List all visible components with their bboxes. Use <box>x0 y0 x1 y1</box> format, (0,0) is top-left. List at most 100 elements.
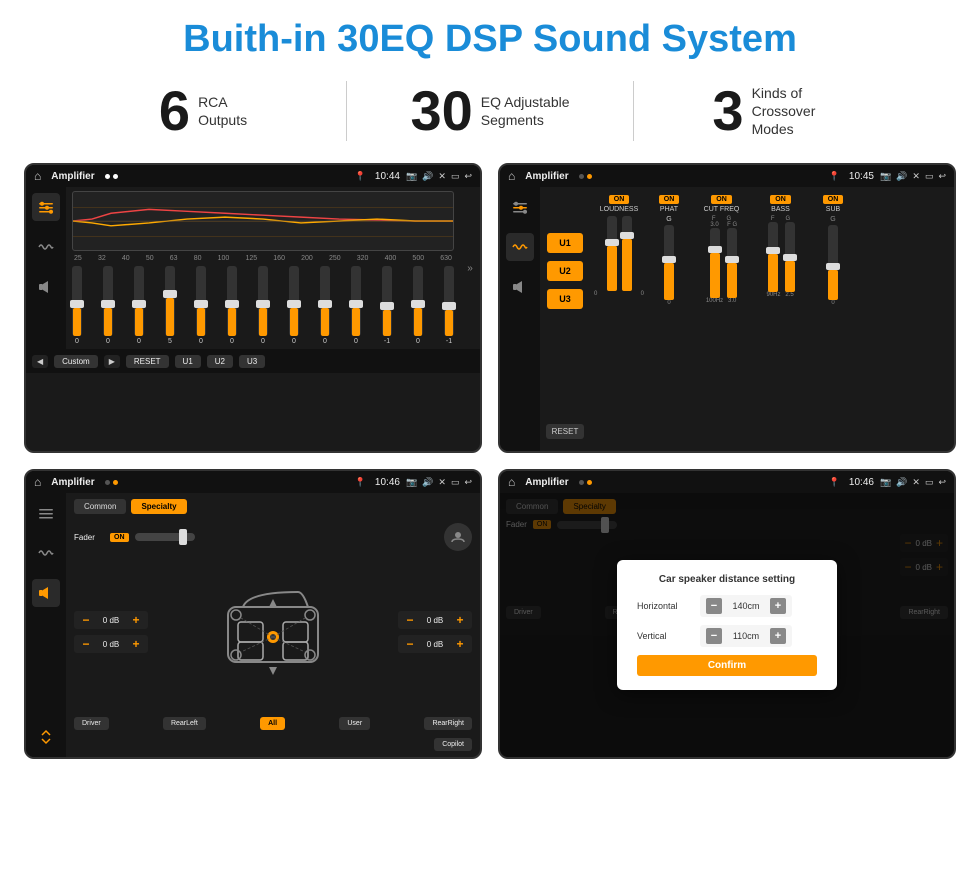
slider-11: 0 <box>413 266 423 345</box>
eq-u1-button[interactable]: U1 <box>175 355 201 368</box>
horizontal-minus-button[interactable]: − <box>706 598 722 614</box>
dialog-back-icon: ↩ <box>938 477 946 488</box>
freq-80: 80 <box>194 255 202 262</box>
ch-cutfreq: ON CUT FREQ FG 3.0 100Hz F G <box>694 195 749 306</box>
vertical-control: − 110cm + <box>700 625 792 647</box>
driver-button[interactable]: Driver <box>74 717 109 730</box>
unit-u1-button[interactable]: U1 <box>547 233 583 253</box>
loudness-on[interactable]: ON <box>609 195 630 204</box>
freq-40: 40 <box>122 255 130 262</box>
left-top-minus[interactable]: − <box>79 613 93 627</box>
all-button[interactable]: All <box>260 717 285 730</box>
bass-on[interactable]: ON <box>770 195 791 204</box>
xover-speaker-icon[interactable] <box>506 273 534 301</box>
fader-screen-card: ⌂ Amplifier 📍 10:46 📷 🔊 ✕ ▭ ↩ <box>24 469 482 759</box>
right-top-db-control: − 0 dB + <box>398 611 472 629</box>
left-bot-minus[interactable]: − <box>79 637 93 651</box>
xover-channels-area: ON LOUDNESS 00 <box>590 187 954 451</box>
fader-tabs: Common Specialty <box>74 499 472 514</box>
stat-number-crossover: 3 <box>712 83 743 139</box>
copilot-button[interactable]: Copilot <box>434 738 472 751</box>
slider-8: 0 <box>320 266 330 345</box>
eq-custom-button[interactable]: Custom <box>54 355 98 368</box>
xover-status-bar: ⌂ Amplifier 📍 10:45 📷 🔊 ✕ ▭ ↩ <box>500 165 954 187</box>
cutfreq-slider-f: 3.0 100Hz <box>706 222 723 304</box>
fader-wave-icon[interactable] <box>32 539 60 567</box>
dialog-home-icon: ⌂ <box>508 475 515 489</box>
eq-u2-button[interactable]: U2 <box>207 355 233 368</box>
eq-wave-icon[interactable] <box>32 233 60 261</box>
copilot-row: Copilot <box>74 738 472 751</box>
freq-25: 25 <box>74 255 82 262</box>
rearright-button[interactable]: RearRight <box>424 717 472 730</box>
screenshots-grid: ⌂ Amplifier 📍 10:44 📷 🔊 ✕ ▭ ↩ <box>0 155 980 775</box>
tab-common-button[interactable]: Common <box>74 499 126 514</box>
left-top-plus[interactable]: + <box>129 613 143 627</box>
sub-value: 0 <box>831 300 834 306</box>
rearleft-button[interactable]: RearLeft <box>163 717 206 730</box>
xover-reset-button[interactable]: RESET <box>546 424 585 439</box>
right-top-minus[interactable]: − <box>403 613 417 627</box>
eq-filter-icon[interactable] <box>32 193 60 221</box>
unit-u2-button[interactable]: U2 <box>547 261 583 281</box>
left-bot-db-control: − 0 dB + <box>74 635 148 653</box>
freq-100: 100 <box>218 255 230 262</box>
sub-slider <box>828 225 838 300</box>
dialog-status-icons: 📷 🔊 ✕ ▭ ↩ <box>880 477 946 488</box>
eq-prev-button[interactable]: ◀ <box>32 355 48 368</box>
slider-3: 5 <box>165 266 175 345</box>
eq-next-button[interactable]: ▶ <box>104 355 120 368</box>
xover-camera-icon: 📷 <box>880 171 891 182</box>
phat-on[interactable]: ON <box>659 195 680 204</box>
horizontal-plus-button[interactable]: + <box>770 598 786 614</box>
fader-battery-icon: ▭ <box>451 477 460 488</box>
fader-filter-icon[interactable] <box>32 499 60 527</box>
fader-content-area: Common Specialty Fader ON <box>66 493 480 757</box>
sub-on[interactable]: ON <box>823 195 844 204</box>
unit-u3-button[interactable]: U3 <box>547 289 583 309</box>
xover-side-icons <box>500 187 540 451</box>
stat-text-rca: RCAOutputs <box>198 93 247 129</box>
confirm-button[interactable]: Confirm <box>637 655 817 676</box>
fader-on-badge[interactable]: ON <box>110 533 129 542</box>
right-bot-minus[interactable]: − <box>403 637 417 651</box>
left-bot-plus[interactable]: + <box>129 637 143 651</box>
right-bot-plus[interactable]: + <box>453 637 467 651</box>
eq-reset-button[interactable]: RESET <box>126 355 169 368</box>
expand-col: » <box>460 187 480 349</box>
eq-side-icons <box>26 187 66 349</box>
right-top-plus[interactable]: + <box>453 613 467 627</box>
phat-label: PHAT <box>660 206 678 213</box>
loudness-slider-l <box>607 216 617 291</box>
freq-50: 50 <box>146 255 154 262</box>
left-top-val: 0 dB <box>97 616 125 625</box>
fader-speaker-icon[interactable] <box>32 579 60 607</box>
xover-main-area: U1 U2 U3 RESET ON LOUDNESS <box>500 187 954 451</box>
fader-status-icons: 📷 🔊 ✕ ▭ ↩ <box>406 477 472 488</box>
dialog-dot2 <box>587 480 592 485</box>
dialog-camera-icon: 📷 <box>880 477 891 488</box>
xover-time: 10:45 <box>849 171 874 182</box>
eq-speaker-icon[interactable] <box>32 273 60 301</box>
vertical-minus-button[interactable]: − <box>706 628 722 644</box>
slider-9: 0 <box>351 266 361 345</box>
eq-screen-card: ⌂ Amplifier 📍 10:44 📷 🔊 ✕ ▭ ↩ <box>24 163 482 453</box>
slider-6: 0 <box>258 266 268 345</box>
fader-nav-buttons: Driver RearLeft All User RearRight <box>74 717 472 730</box>
dialog-screen-card: ⌂ Amplifier 📍 10:46 📷 🔊 ✕ ▭ ↩ <box>498 469 956 759</box>
ch-bass: ON BASS FG 90Hz 2.5 <box>753 195 808 306</box>
vertical-plus-button[interactable]: + <box>770 628 786 644</box>
xover-ch-row: ON LOUDNESS 00 <box>594 191 950 310</box>
user-button[interactable]: User <box>339 717 370 730</box>
xover-wave-icon[interactable] <box>506 233 534 261</box>
cutfreq-on[interactable]: ON <box>711 195 732 204</box>
xover-status-icons: 📷 🔊 ✕ ▭ ↩ <box>880 171 946 182</box>
tab-specialty-button[interactable]: Specialty <box>131 499 186 514</box>
fader-label: Fader <box>74 533 104 542</box>
eq-u3-button[interactable]: U3 <box>239 355 265 368</box>
xover-filter-icon[interactable] <box>506 193 534 221</box>
loudness-sliders <box>607 216 632 291</box>
xover-dot2 <box>587 174 592 179</box>
fader-arrows-icon[interactable] <box>32 723 60 751</box>
fader-track[interactable] <box>135 533 195 541</box>
